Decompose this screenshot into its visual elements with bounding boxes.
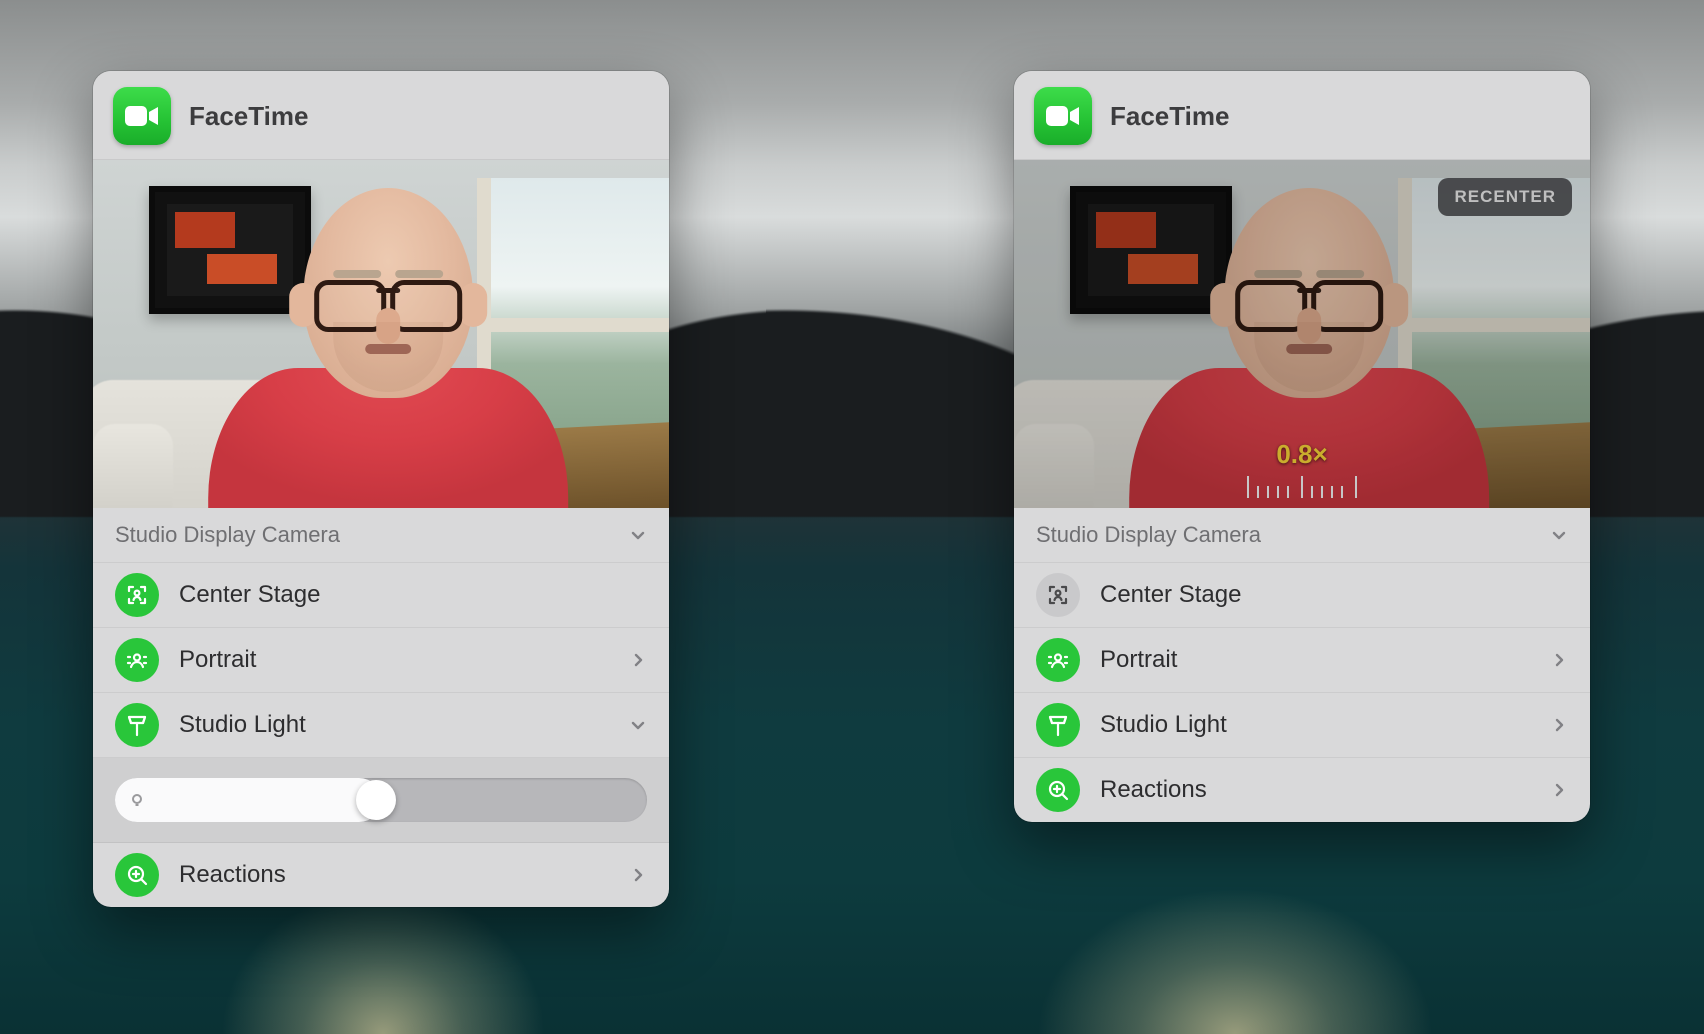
- chevron-right-icon: [1550, 781, 1568, 799]
- chevron-right-icon: [629, 866, 647, 884]
- reactions-row[interactable]: Reactions: [1014, 758, 1590, 822]
- studio-light-label: Studio Light: [1100, 711, 1530, 739]
- center-stage-label: Center Stage: [1100, 581, 1568, 609]
- studio-light-row[interactable]: Studio Light: [93, 693, 669, 758]
- center-stage-icon: [1036, 573, 1080, 617]
- center-stage-label: Center Stage: [179, 581, 647, 609]
- panel-header: FaceTime: [93, 71, 669, 160]
- reactions-icon: [1036, 768, 1080, 812]
- facetime-app-icon: [1034, 87, 1092, 145]
- video-preview[interactable]: [93, 160, 669, 508]
- chevron-right-icon: [629, 651, 647, 669]
- studio-light-row[interactable]: Studio Light: [1014, 693, 1590, 758]
- chevron-down-icon: [1550, 526, 1568, 544]
- camera-name: Studio Display Camera: [1036, 522, 1261, 548]
- panel-header: FaceTime: [1014, 71, 1590, 160]
- camera-selector[interactable]: Studio Display Camera: [1014, 508, 1590, 563]
- chevron-down-icon: [629, 526, 647, 544]
- portrait-icon: [1036, 638, 1080, 682]
- facetime-control-panel-right: FaceTime: [1014, 71, 1590, 822]
- app-title: FaceTime: [1110, 101, 1229, 132]
- reactions-label: Reactions: [179, 861, 609, 889]
- chevron-right-icon: [1550, 716, 1568, 734]
- app-title: FaceTime: [189, 101, 308, 132]
- chevron-right-icon: [1550, 651, 1568, 669]
- studio-light-slider-row: [93, 758, 669, 843]
- slider-knob[interactable]: [356, 780, 396, 820]
- studio-light-label: Studio Light: [179, 711, 609, 739]
- center-stage-toggle[interactable]: Center Stage: [93, 563, 669, 628]
- reactions-label: Reactions: [1100, 776, 1530, 804]
- center-stage-icon: [115, 573, 159, 617]
- portrait-row[interactable]: Portrait: [1014, 628, 1590, 693]
- facetime-control-panel-left: FaceTime: [93, 71, 669, 907]
- zoom-indicator: 0.8×: [1014, 439, 1590, 498]
- portrait-row[interactable]: Portrait: [93, 628, 669, 693]
- zoom-ticks[interactable]: [1243, 476, 1362, 498]
- chevron-down-icon: [629, 716, 647, 734]
- studio-light-slider[interactable]: [115, 778, 647, 822]
- studio-light-icon: [1036, 703, 1080, 747]
- camera-name: Studio Display Camera: [115, 522, 340, 548]
- portrait-icon: [115, 638, 159, 682]
- reactions-icon: [115, 853, 159, 897]
- facetime-app-icon: [113, 87, 171, 145]
- studio-light-icon: [115, 703, 159, 747]
- center-stage-toggle[interactable]: Center Stage: [1014, 563, 1590, 628]
- portrait-label: Portrait: [179, 646, 609, 674]
- zoom-value: 0.8×: [1014, 439, 1590, 470]
- bulb-min-icon: [129, 792, 145, 808]
- portrait-label: Portrait: [1100, 646, 1530, 674]
- reactions-row[interactable]: Reactions: [93, 843, 669, 907]
- camera-selector[interactable]: Studio Display Camera: [93, 508, 669, 563]
- video-preview[interactable]: RECENTER 0.8×: [1014, 160, 1590, 508]
- recenter-button[interactable]: RECENTER: [1438, 178, 1572, 216]
